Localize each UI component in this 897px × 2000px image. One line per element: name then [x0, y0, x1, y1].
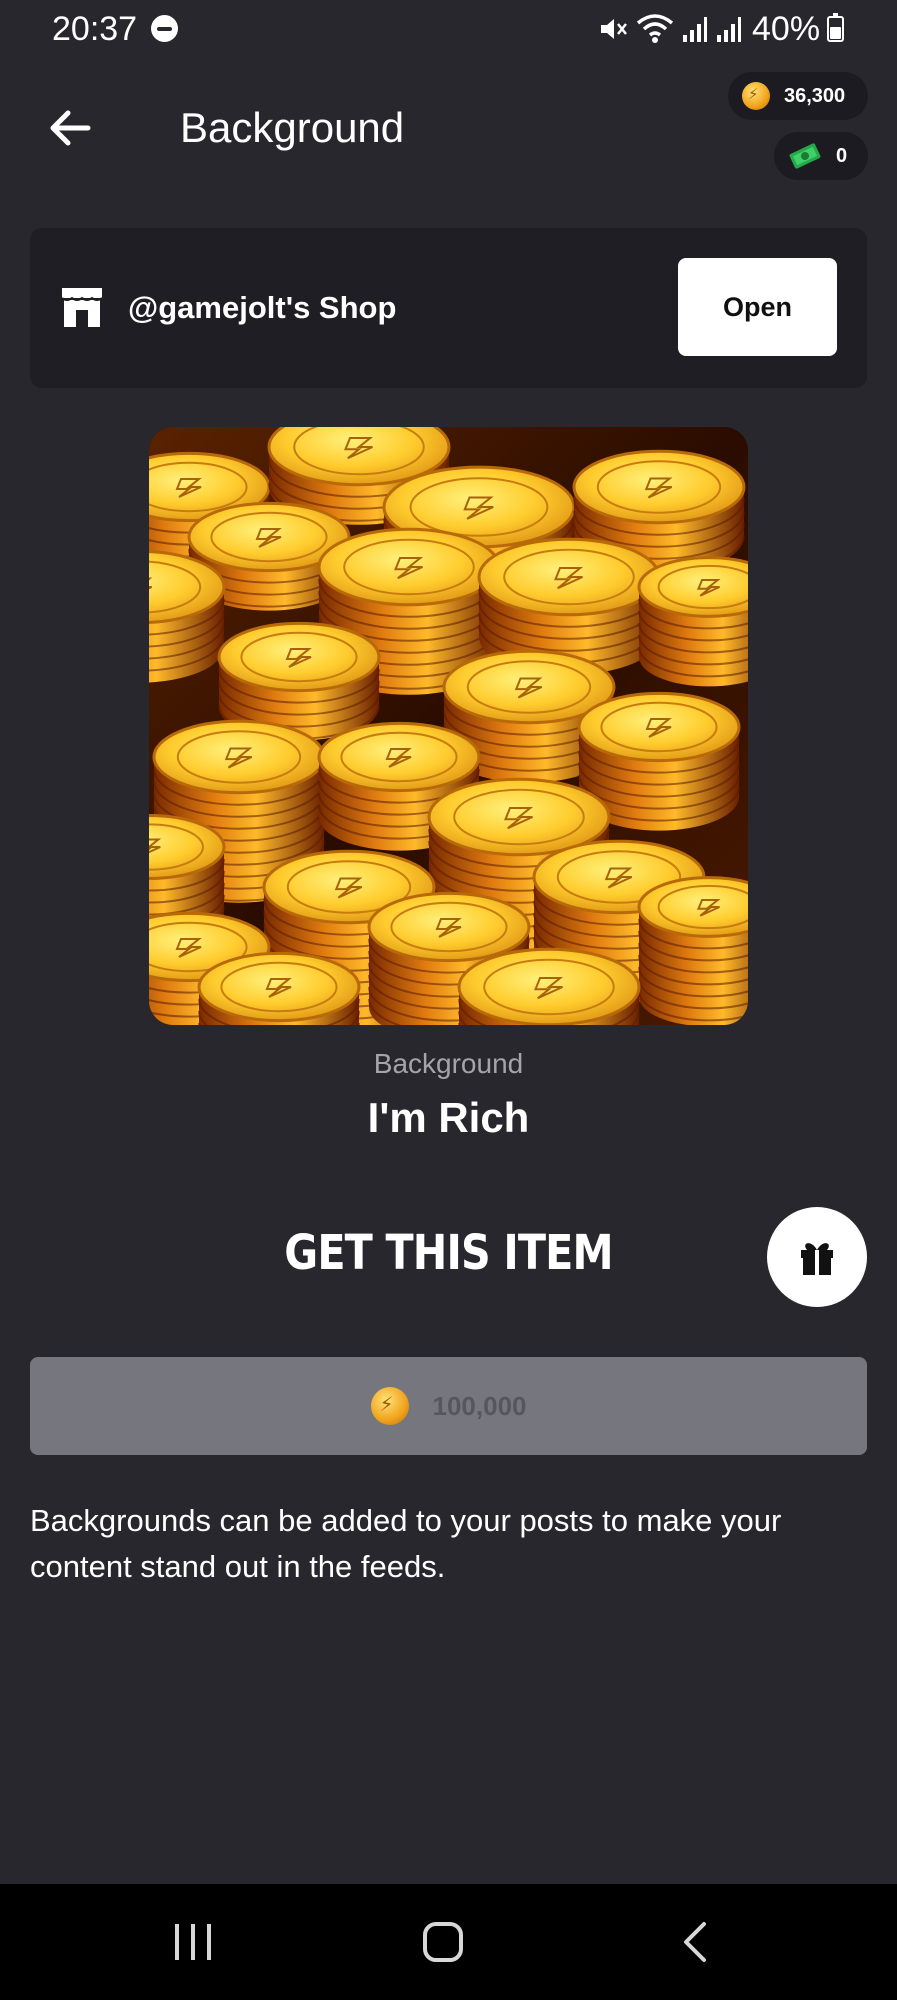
home-icon — [423, 1922, 463, 1962]
coin-balance[interactable]: 36,300 — [728, 72, 868, 120]
coin-icon — [742, 82, 770, 110]
buy-with-coins-button[interactable]: 100,000 — [30, 1357, 867, 1455]
item-preview-image — [149, 427, 748, 1025]
status-bar: 20:37 40% — [0, 0, 897, 60]
recents-icon — [175, 1924, 211, 1960]
cash-balance[interactable]: 0 — [774, 132, 868, 180]
coin-icon — [370, 1387, 409, 1425]
chevron-left-icon — [684, 1922, 706, 1962]
system-nav-bar — [0, 1884, 897, 2000]
back-button[interactable] — [40, 100, 100, 156]
status-time: 20:37 — [52, 10, 138, 48]
status-icons — [598, 12, 742, 46]
gift-icon — [801, 1243, 833, 1275]
coin-balance-value: 36,300 — [784, 84, 846, 107]
cash-icon — [789, 143, 821, 169]
battery-percent: 40% — [752, 10, 821, 48]
open-shop-button[interactable]: Open — [678, 258, 837, 356]
page-title: Background — [180, 104, 405, 151]
screen: 20:37 40% Background ⚡ 36,300 0 @gamejol… — [0, 0, 897, 2000]
wifi-icon — [636, 14, 674, 43]
shop-name[interactable]: @gamejolt's Shop — [128, 290, 396, 326]
home-button[interactable] — [398, 1904, 488, 1980]
recent-apps-button[interactable] — [148, 1904, 238, 1980]
gift-button[interactable] — [767, 1207, 867, 1307]
item-description: Backgrounds can be added to your posts t… — [30, 1503, 782, 1584]
battery-icon — [827, 13, 844, 42]
mute-icon — [601, 19, 627, 39]
cash-balance-value: 0 — [836, 144, 848, 167]
arrow-left-icon — [50, 110, 91, 146]
shop-card: @gamejolt's Shop Open — [30, 228, 867, 388]
get-item-heading: GET THIS ITEM — [284, 1225, 613, 1281]
item-type-label: Background — [373, 1048, 524, 1079]
signal-icon-2 — [717, 17, 741, 42]
signal-icon — [683, 17, 707, 42]
do-not-disturb-icon — [151, 15, 178, 42]
gold-coins-pile-image — [149, 427, 748, 1025]
system-back-button[interactable] — [650, 1904, 740, 1980]
storefront-icon — [61, 288, 103, 327]
price-value: 100,000 — [432, 1390, 527, 1421]
item-name: I'm Rich — [367, 1094, 530, 1141]
